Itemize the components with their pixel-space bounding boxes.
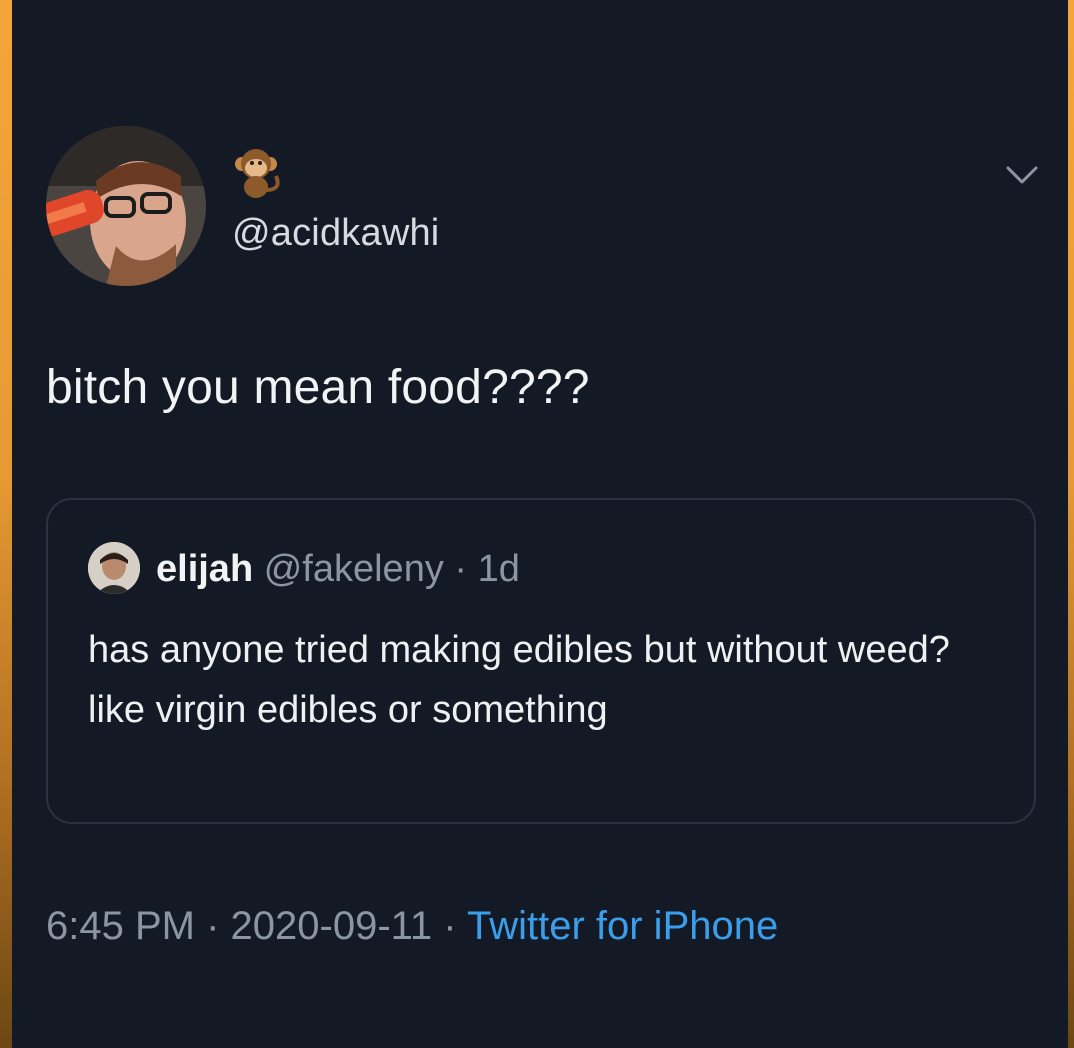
quoted-tweet-text: has anyone tried making edibles but with… [88,629,950,731]
author-handle[interactable]: @acidkawhi [232,212,439,255]
quoted-meta-separator: · [443,548,478,590]
quoted-tweet-header: elijah @fakeleny · 1d [156,548,520,591]
quoted-author-avatar[interactable] [88,542,140,594]
tweet-date: 2020-09-11 [230,904,433,948]
monkey-emoji-icon [232,146,284,202]
footer-separator: · [432,904,467,948]
quoted-author-handle[interactable]: @fakeleny [264,548,444,590]
tweet-card: @acidkawhi bitch you mean food???? elija… [12,0,1068,1048]
quoted-author-name[interactable]: elijah [156,548,253,590]
tweet-source-link[interactable]: Twitter for iPhone [467,904,778,948]
author-avatar[interactable] [46,126,206,286]
tweet-text: bitch you mean food???? [46,361,590,414]
footer-separator: · [194,904,231,948]
tweet-footer: 6:45 PM · 2020-09-11 · Twitter for iPhon… [46,904,778,949]
quoted-tweet-age: 1d [477,548,520,590]
quoted-tweet[interactable]: elijah @fakeleny · 1d has anyone tried m… [46,498,1036,824]
chevron-down-icon[interactable] [1002,160,1042,190]
tweet-time: 6:45 PM [46,904,195,948]
